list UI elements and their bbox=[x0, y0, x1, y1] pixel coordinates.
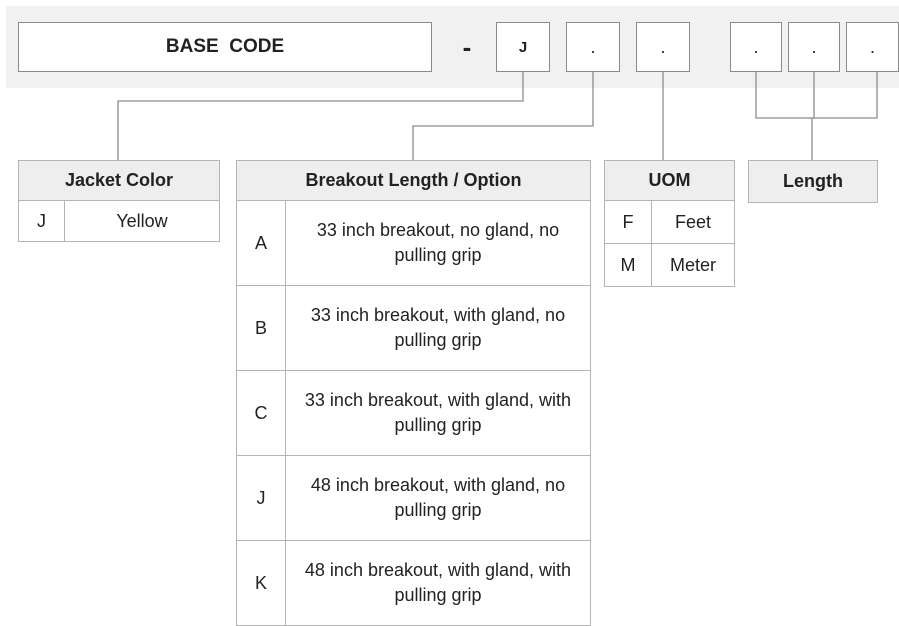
breakout-code: B bbox=[236, 285, 286, 371]
breakout-value: 33 inch breakout, with gland, with pulli… bbox=[285, 370, 591, 456]
uom-code: F bbox=[604, 200, 652, 244]
breakout-code: J bbox=[236, 455, 286, 541]
breakout-header: Breakout Length / Option bbox=[236, 160, 591, 201]
breakout-table: Breakout Length / Option A 33 inch break… bbox=[236, 160, 591, 626]
uom-value: Feet bbox=[651, 200, 735, 244]
jacket-value: Yellow bbox=[64, 200, 220, 242]
breakout-value: 48 inch breakout, with gland, no pulling… bbox=[285, 455, 591, 541]
breakout-code: K bbox=[236, 540, 286, 626]
breakout-code: A bbox=[236, 200, 286, 286]
breakout-value: 48 inch breakout, with gland, with pulli… bbox=[285, 540, 591, 626]
uom-table: UOM F Feet M Meter bbox=[604, 160, 735, 287]
table-row: M Meter bbox=[604, 243, 735, 287]
uom-value: Meter bbox=[651, 243, 735, 287]
table-row: B 33 inch breakout, with gland, no pulli… bbox=[236, 285, 591, 371]
table-row: C 33 inch breakout, with gland, with pul… bbox=[236, 370, 591, 456]
jacket-code: J bbox=[18, 200, 65, 242]
jacket-color-header: Jacket Color bbox=[18, 160, 220, 201]
breakout-connector bbox=[412, 72, 594, 160]
table-row: J Yellow bbox=[18, 200, 220, 242]
length-bracket bbox=[755, 72, 878, 119]
length-table: Length bbox=[748, 160, 878, 203]
breakout-value: 33 inch breakout, with gland, no pulling… bbox=[285, 285, 591, 371]
jacket-color-table: Jacket Color J Yellow bbox=[18, 160, 220, 242]
breakout-value: 33 inch breakout, no gland, no pulling g… bbox=[285, 200, 591, 286]
breakout-code: C bbox=[236, 370, 286, 456]
jacket-connector bbox=[117, 72, 524, 160]
uom-header: UOM bbox=[604, 160, 735, 201]
table-row: F Feet bbox=[604, 200, 735, 244]
uom-code: M bbox=[604, 243, 652, 287]
table-row: J 48 inch breakout, with gland, no pulli… bbox=[236, 455, 591, 541]
table-row: A 33 inch breakout, no gland, no pulling… bbox=[236, 200, 591, 286]
table-row: K 48 inch breakout, with gland, with pul… bbox=[236, 540, 591, 626]
length-header: Length bbox=[748, 160, 878, 203]
